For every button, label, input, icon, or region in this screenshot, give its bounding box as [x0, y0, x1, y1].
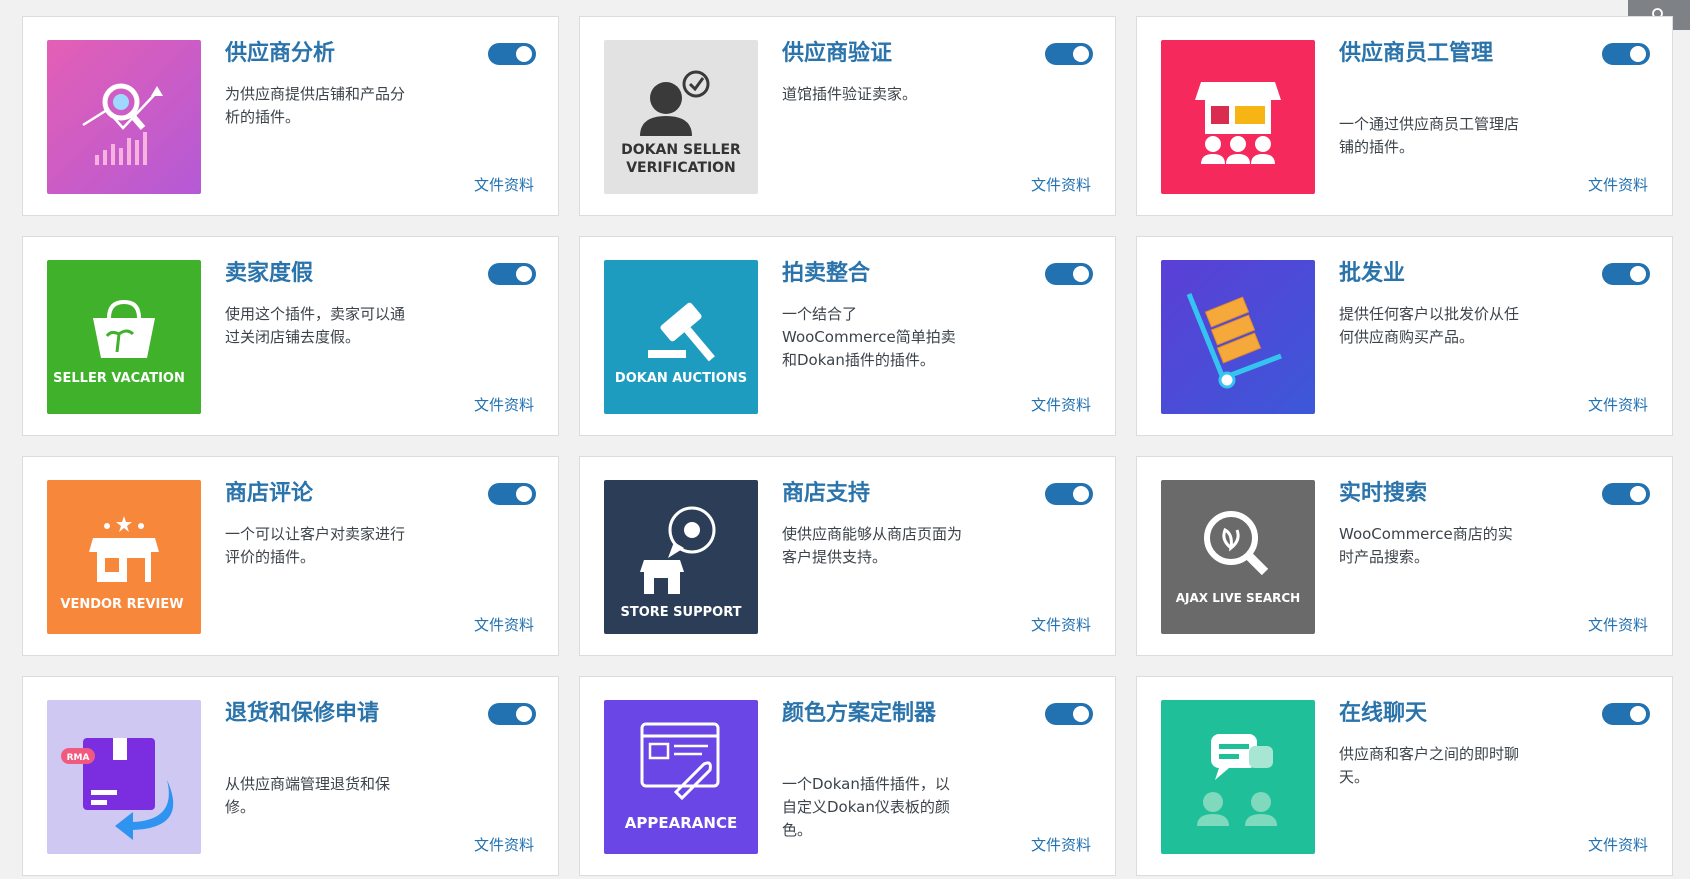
module-title: 供应商分析 [225, 41, 336, 66]
module-card: 供应商分析 为供应商提供店铺和产品分析的插件。 文件资料 [22, 16, 559, 216]
module-card: APPEARANCE 颜色方案定制器 一个Dokan插件插件，以自定义Dokan… [579, 676, 1116, 876]
module-toggle[interactable] [488, 43, 536, 65]
documentation-link[interactable]: 文件资料 [1031, 834, 1091, 855]
auction-gavel-icon: DOKAN AUCTIONS [604, 260, 758, 414]
live-chat-icon [1161, 700, 1315, 854]
thumb-text: DOKAN AUCTIONS [615, 371, 747, 386]
module-card: DOKAN SELLER VERIFICATION 供应商验证 道馆插件验证卖家… [579, 16, 1116, 216]
appearance-icon: APPEARANCE [604, 700, 758, 854]
module-title: 拍卖整合 [782, 261, 871, 286]
documentation-link[interactable]: 文件资料 [474, 394, 534, 415]
documentation-link[interactable]: 文件资料 [1588, 834, 1648, 855]
module-description: 供应商和客户之间的即时聊天。 [1339, 745, 1520, 786]
module-toggle[interactable] [488, 263, 536, 285]
vendor-review-icon: VENDOR REVIEW [47, 480, 201, 634]
module-title: 实时搜索 [1339, 481, 1428, 506]
module-card: RMA 退货和保修申请 从供应商端管理退货和保修。 文件资料 [22, 676, 559, 876]
rma-box-icon: RMA [47, 700, 201, 854]
module-thumbnail: AJAX LIVE SEARCH [1161, 480, 1315, 634]
module-card: AJAX LIVE SEARCH 实时搜索 WooCommerce商店的实时产品… [1136, 456, 1673, 656]
module-description: 一个结合了WooCommerce简单拍卖和Dokan插件的插件。 [782, 305, 956, 369]
module-toggle[interactable] [1602, 703, 1650, 725]
module-title: 卖家度假 [225, 261, 314, 286]
module-thumbnail [47, 40, 201, 194]
documentation-link[interactable]: 文件资料 [474, 174, 534, 195]
modules-grid: 供应商分析 为供应商提供店铺和产品分析的插件。 文件资料 DOKAN SELLE… [22, 16, 1673, 876]
module-title: 供应商员工管理 [1339, 41, 1494, 66]
module-toggle[interactable] [1045, 703, 1093, 725]
module-description: 一个Dokan插件插件，以自定义Dokan仪表板的颜色。 [782, 775, 950, 839]
documentation-link[interactable]: 文件资料 [1588, 394, 1648, 415]
module-card: SELLER VACATION 卖家度假 使用这个插件，卖家可以通过关闭店铺去度… [22, 236, 559, 436]
module-thumbnail: DOKAN AUCTIONS [604, 260, 758, 414]
module-toggle[interactable] [1602, 263, 1650, 285]
module-description: 为供应商提供店铺和产品分析的插件。 [225, 85, 406, 126]
thumb-text: AJAX LIVE SEARCH [1176, 591, 1300, 605]
module-thumbnail: APPEARANCE [604, 700, 758, 854]
module-card: STORE SUPPORT 商店支持 使供应商能够从商店页面为客户提供支持。 文… [579, 456, 1116, 656]
module-description: 提供任何客户以批发价从任何供应商购买产品。 [1339, 305, 1520, 346]
documentation-link[interactable]: 文件资料 [474, 614, 534, 635]
vacation-bag-icon: SELLER VACATION [47, 260, 201, 414]
module-thumbnail: RMA [47, 700, 201, 854]
documentation-link[interactable]: 文件资料 [1588, 614, 1648, 635]
module-title: 颜色方案定制器 [782, 701, 937, 726]
store-staff-icon [1161, 40, 1315, 194]
wholesale-cart-icon [1161, 260, 1315, 414]
module-title: 商店支持 [782, 481, 871, 506]
live-search-icon: AJAX LIVE SEARCH [1161, 480, 1315, 634]
module-toggle[interactable] [1045, 43, 1093, 65]
module-card: 批发业 提供任何客户以批发价从任何供应商购买产品。 文件资料 [1136, 236, 1673, 436]
analytics-chart-icon [47, 40, 201, 194]
module-card: 供应商员工管理 一个通过供应商员工管理店铺的插件。 文件资料 [1136, 16, 1673, 216]
module-thumbnail [1161, 700, 1315, 854]
module-card: VENDOR REVIEW 商店评论 一个可以让客户对卖家进行评价的插件。 文件… [22, 456, 559, 656]
module-toggle[interactable] [1602, 483, 1650, 505]
thumb-text: STORE SUPPORT [620, 605, 741, 620]
seller-verification-icon: DOKAN SELLER VERIFICATION [604, 40, 758, 194]
module-title: 商店评论 [225, 481, 314, 506]
module-card: DOKAN AUCTIONS 拍卖整合 一个结合了WooCommerce简单拍卖… [579, 236, 1116, 436]
module-title: 批发业 [1339, 261, 1406, 286]
module-toggle[interactable] [1045, 483, 1093, 505]
module-thumbnail: SELLER VACATION [47, 260, 201, 414]
thumb-text: DOKAN SELLER [621, 142, 741, 158]
documentation-link[interactable]: 文件资料 [1031, 614, 1091, 635]
module-thumbnail: DOKAN SELLER VERIFICATION [604, 40, 758, 194]
module-description: WooCommerce商店的实时产品搜索。 [1339, 525, 1513, 566]
module-thumbnail: VENDOR REVIEW [47, 480, 201, 634]
module-card: 在线聊天 供应商和客户之间的即时聊天。 文件资料 [1136, 676, 1673, 876]
module-title: 在线聊天 [1339, 701, 1428, 726]
store-support-icon: STORE SUPPORT [604, 480, 758, 634]
thumb-text: VENDOR REVIEW [60, 597, 183, 612]
module-description: 使供应商能够从商店页面为客户提供支持。 [782, 525, 963, 566]
thumb-text: RMA [67, 753, 90, 763]
module-thumbnail [1161, 40, 1315, 194]
module-title: 供应商验证 [782, 41, 893, 66]
thumb-text: APPEARANCE [625, 814, 737, 832]
documentation-link[interactable]: 文件资料 [474, 834, 534, 855]
module-description: 一个可以让客户对卖家进行评价的插件。 [225, 525, 406, 566]
module-thumbnail: STORE SUPPORT [604, 480, 758, 634]
documentation-link[interactable]: 文件资料 [1588, 174, 1648, 195]
module-title: 退货和保修申请 [225, 701, 380, 726]
documentation-link[interactable]: 文件资料 [1031, 174, 1091, 195]
thumb-text: SELLER VACATION [53, 371, 185, 386]
module-toggle[interactable] [1602, 43, 1650, 65]
module-description: 从供应商端管理退货和保修。 [225, 775, 391, 816]
documentation-link[interactable]: 文件资料 [1031, 394, 1091, 415]
module-description: 道馆插件验证卖家。 [782, 85, 918, 103]
module-toggle[interactable] [488, 483, 536, 505]
thumb-text: VERIFICATION [626, 160, 736, 176]
module-toggle[interactable] [1045, 263, 1093, 285]
module-toggle[interactable] [488, 703, 536, 725]
module-description: 一个通过供应商员工管理店铺的插件。 [1339, 115, 1520, 156]
module-thumbnail [1161, 260, 1315, 414]
module-description: 使用这个插件，卖家可以通过关闭店铺去度假。 [225, 305, 406, 346]
